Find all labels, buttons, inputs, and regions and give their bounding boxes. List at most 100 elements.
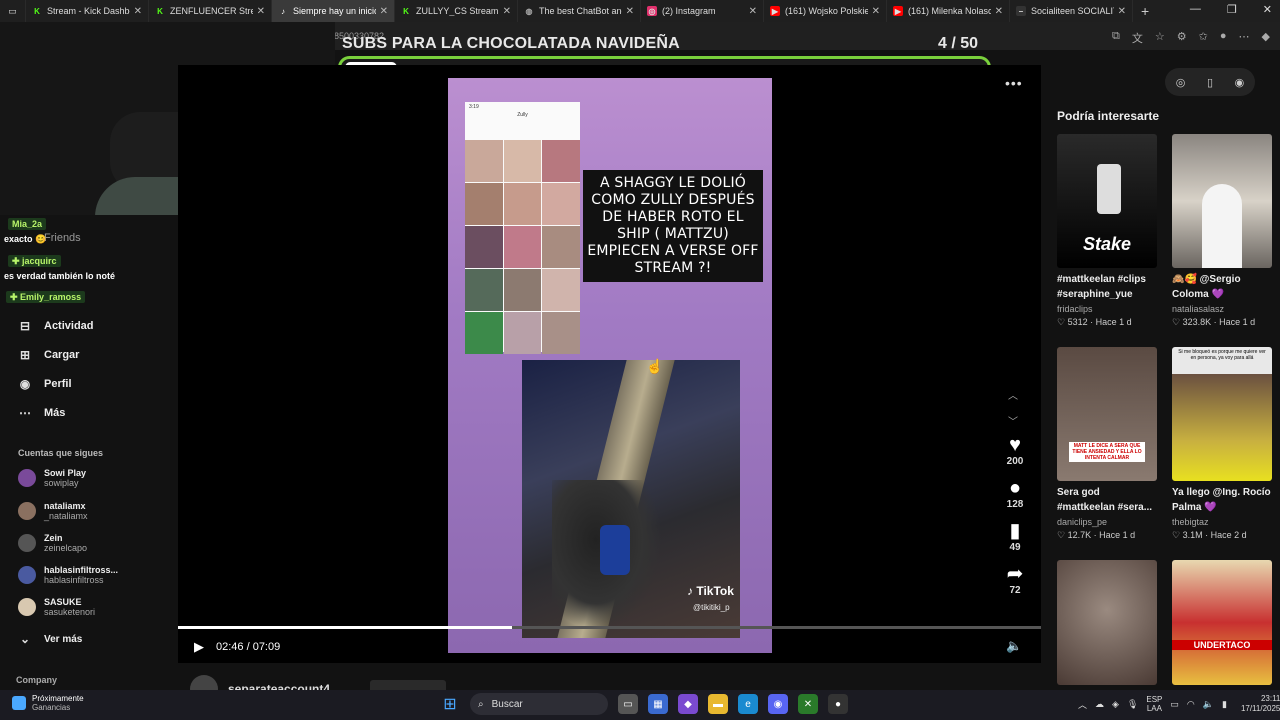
recommendation-card[interactable] — [1057, 560, 1157, 685]
like-button[interactable]: ♥ 200 — [998, 434, 1032, 467]
recommendations-title: Podría interesarte — [1057, 109, 1160, 123]
see-more-button[interactable]: ⌄ Ver más — [18, 632, 82, 646]
close-icon[interactable]: ✕ — [749, 6, 757, 17]
following-account[interactable]: SASUKE sasuketenori — [18, 597, 95, 617]
open-external-icon[interactable]: ⧉ — [1112, 30, 1120, 46]
avatar — [18, 502, 36, 520]
sidebar-item-cargar[interactable]: ⊞ Cargar — [18, 348, 80, 362]
widget-icon — [12, 696, 26, 710]
video-thumbnail: Si me bloqueó es porque me quiere ver en… — [1172, 347, 1272, 481]
close-icon[interactable]: ✕ — [626, 6, 634, 17]
browser-tab-6[interactable]: ▶(161) Wojsko Polskie / Z✕ — [764, 0, 887, 22]
copilot-icon[interactable]: ◆ — [678, 694, 698, 714]
close-icon[interactable]: ✕ — [380, 6, 388, 17]
maximize-button[interactable]: ❐ — [1227, 3, 1237, 16]
chatbot-icon: ◍ — [525, 6, 533, 16]
browser-tab-4[interactable]: ◍ The best ChatBot and ✕ — [518, 0, 641, 22]
close-icon[interactable]: ✕ — [1118, 6, 1126, 17]
menu-dots-icon[interactable]: ⋯ — [1239, 30, 1250, 46]
tiktok-watermark: ♪ TikTok — [687, 584, 734, 598]
following-account[interactable]: nataliamx _nataliamx — [18, 501, 88, 521]
browser-toolbar-icons: ⧉ 文 ☆ ⚙ ✩ ● ⋯ ◆ — [1112, 30, 1270, 46]
bookmark-button[interactable]: ▮ 49 — [998, 520, 1032, 553]
sidebar-item-mas[interactable]: ⋯ Más — [18, 406, 65, 420]
clock[interactable]: 23:11 17/11/2025 — [1241, 694, 1280, 714]
extensions-icon[interactable]: ⚙ — [1177, 30, 1187, 46]
video-progress-bar[interactable] — [178, 626, 1041, 629]
browser-tab-5[interactable]: ◎ (2) Instagram ✕ — [641, 0, 764, 22]
chevron-up-icon[interactable]: ︿ — [1008, 384, 1018, 410]
share-button[interactable]: ➦ 72 — [998, 563, 1032, 596]
new-tab-button[interactable]: + — [1141, 3, 1149, 19]
browser-tab-2[interactable]: ♪Siempre hay un inicio y✕ — [272, 0, 395, 22]
chat-message-text: exacto 😊 — [4, 234, 47, 244]
video-progress-fill — [178, 626, 512, 629]
video-thumbnail — [1057, 560, 1157, 685]
video-thumbnail: MATT LE DICE A SERA QUE TIENE ANSIEDAD Y… — [1057, 347, 1157, 481]
store-icon[interactable]: ▦ — [648, 694, 668, 714]
volume-icon[interactable]: 🔈 — [1006, 638, 1022, 654]
compass-icon[interactable]: ◎ — [1176, 76, 1186, 89]
wifi-icon[interactable]: ◠ — [1187, 699, 1195, 710]
network-icon[interactable]: ◈ — [1112, 699, 1119, 710]
profile-icon: ◉ — [19, 377, 31, 391]
chevron-up-icon[interactable]: ︿ — [1078, 698, 1087, 711]
close-icon[interactable]: ✕ — [503, 6, 511, 17]
company-link[interactable]: Company — [16, 675, 57, 685]
share-icon: ➦ — [1006, 563, 1024, 585]
battery-icon[interactable]: ▮ — [1222, 699, 1227, 710]
xbox-icon[interactable]: ✕ — [798, 694, 818, 714]
language-indicator[interactable]: ESP LAA — [1146, 695, 1162, 713]
browser-tab-1[interactable]: KZENFLUENCER Stream✕ — [149, 0, 272, 22]
following-account[interactable]: hablasinfiltross... hablasinfiltross — [18, 565, 118, 585]
play-icon[interactable]: ▶ — [194, 639, 204, 655]
recommendation-card[interactable]: 🙈🥰 @Sergio Coloma 💜 nataliasalasz ♡ 323.… — [1172, 134, 1272, 328]
volume-icon[interactable]: 🔈 — [1203, 699, 1214, 710]
kick-icon: K — [403, 6, 409, 16]
display-icon[interactable]: ▭ — [1170, 699, 1179, 710]
taskbar-search[interactable]: ⌕ Buscar — [470, 693, 608, 715]
close-icon[interactable]: ✕ — [995, 6, 1003, 17]
sidebar-item-actividad[interactable]: ⊟ Actividad — [18, 319, 94, 333]
copilot-icon[interactable]: ◆ — [1262, 30, 1270, 46]
more-options-icon[interactable]: ••• — [1005, 75, 1023, 91]
recommendation-card[interactable]: Si me bloqueó es porque me quiere ver en… — [1172, 347, 1272, 541]
task-view-icon[interactable]: ▭ — [618, 694, 638, 714]
tab-strip-menu[interactable]: ▭ — [0, 0, 26, 22]
close-window-button[interactable]: ✕ — [1263, 3, 1272, 16]
following-account[interactable]: Sowi Play sowiplay — [18, 468, 86, 488]
comment-button[interactable]: ● 128 — [998, 477, 1032, 510]
chevron-down-icon[interactable]: ﹀ — [1008, 410, 1018, 436]
windows-start-icon[interactable]: ⊞ — [440, 694, 460, 714]
close-icon[interactable]: ✕ — [134, 6, 142, 17]
star-icon[interactable]: ☆ — [1155, 30, 1165, 46]
video-frame[interactable]: 3:19 Zully A SHAGGY LE DOLIÓ COMO ZULLY … — [448, 78, 772, 653]
cloud-icon[interactable]: ☁ — [1095, 699, 1104, 710]
device-icon[interactable]: ▯ — [1207, 76, 1213, 89]
edge-icon[interactable]: e — [738, 694, 758, 714]
file-explorer-icon[interactable]: ▬ — [708, 694, 728, 714]
profile-icon[interactable]: ● — [1220, 30, 1227, 46]
avatar[interactable]: ◉ — [1235, 76, 1245, 89]
browser-tab-7[interactable]: ▶ (161) Milenka Nolasco ✕ — [887, 0, 1010, 22]
close-icon[interactable]: ✕ — [257, 6, 265, 17]
obs-icon[interactable]: ● — [828, 694, 848, 714]
recommendation-card[interactable]: Stake #mattkeelan #clips #seraphine_yue … — [1057, 134, 1157, 328]
microphone-icon[interactable]: 🎙 — [1127, 699, 1138, 710]
browser-tab-3[interactable]: KZULLYY_CS Stream - W✕ — [395, 0, 518, 22]
minimize-button[interactable]: — — [1190, 3, 1201, 16]
browser-tab-0[interactable]: KStream - Kick Dashboard✕ — [26, 0, 149, 22]
browser-tab-8[interactable]: –Socialiteen SOCIALITE✕ — [1010, 0, 1133, 22]
close-icon[interactable]: ✕ — [872, 6, 880, 17]
discord-icon[interactable]: ◉ — [768, 694, 788, 714]
favorites-icon[interactable]: ✩ — [1199, 30, 1208, 46]
chat-message: ✚ Emily_ramoss — [6, 291, 86, 303]
search-icon: ⌕ — [478, 698, 484, 710]
recommendation-card[interactable]: MATT LE DICE A SERA QUE TIENE ANSIEDAD Y… — [1057, 347, 1157, 541]
following-account[interactable]: Zein zeinelcapo — [18, 533, 87, 553]
upload-icon: ⊞ — [19, 348, 31, 362]
recommendation-card[interactable]: UNDERTACO — [1172, 560, 1272, 685]
translate-icon[interactable]: 文 — [1132, 30, 1143, 46]
sidebar-item-perfil[interactable]: ◉ Perfil — [18, 377, 72, 391]
taskbar-widget[interactable]: Próximamente Ganancias — [12, 694, 84, 712]
